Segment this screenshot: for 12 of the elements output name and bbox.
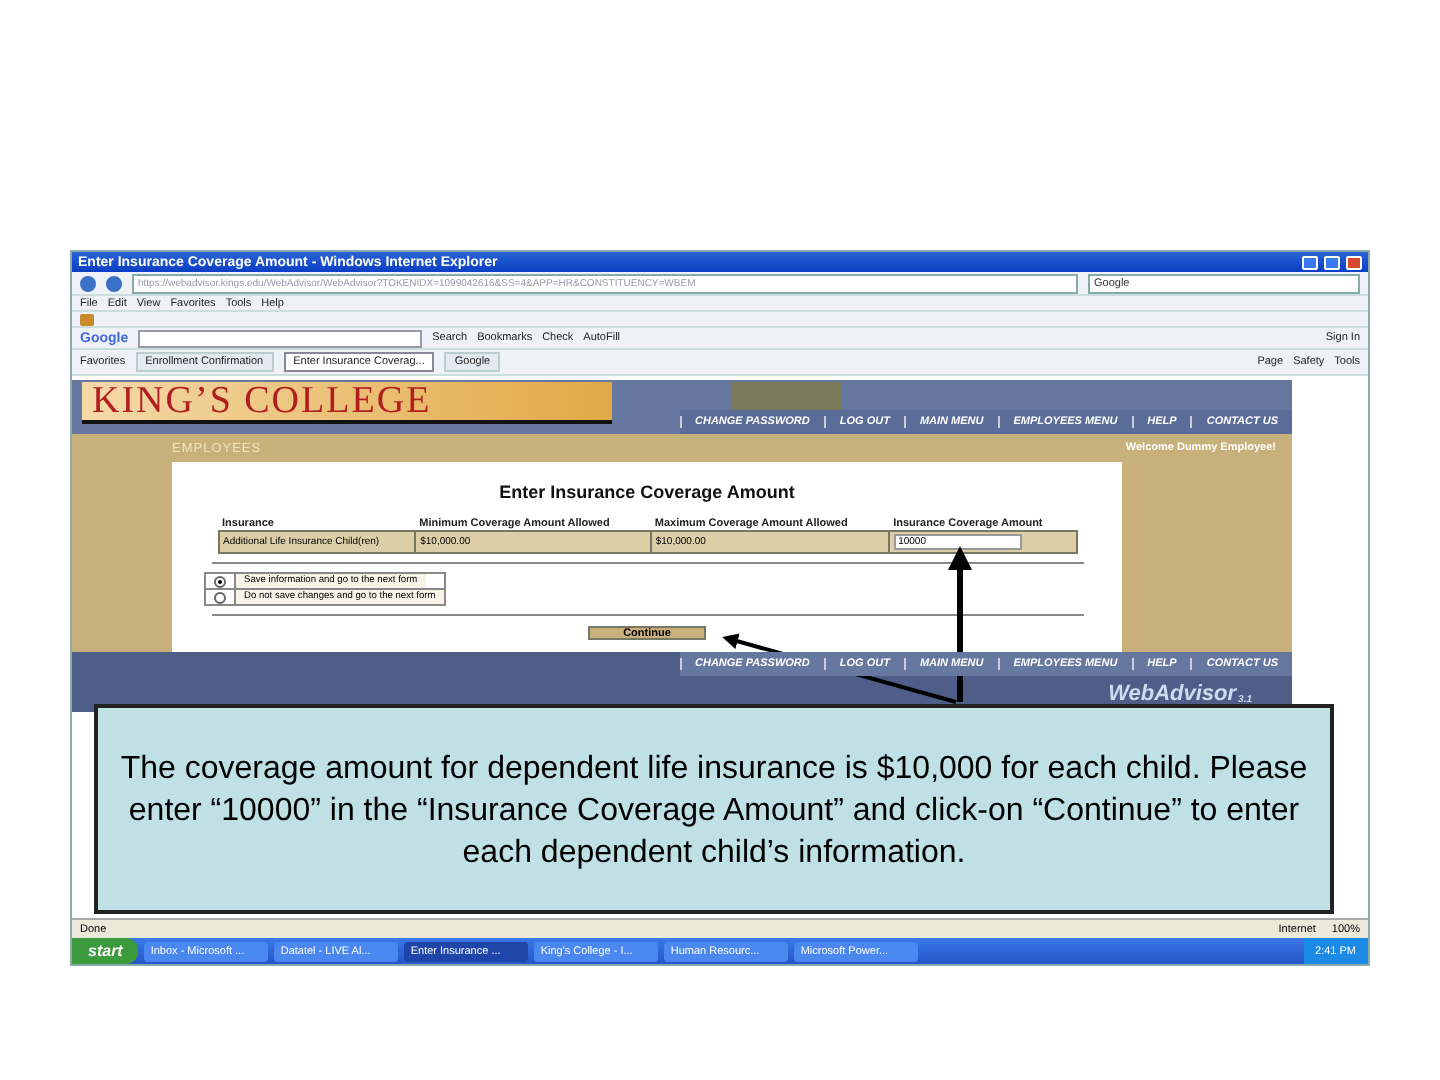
page-heading: Enter Insurance Coverage Amount — [499, 482, 795, 502]
callout-text: The coverage amount for dependent life insurance is $10,000 for each child. Please enter “10000” in the “Insurance Coverage Amount” and click-on “Continue” to enter each dependent child’s information. — [94, 704, 1334, 914]
close-icon[interactable] — [1346, 255, 1362, 269]
college-logo: KING’S COLLEGE — [82, 382, 612, 424]
webadvisor-logo: WebAdvisor — [1108, 682, 1237, 706]
radio-button[interactable] — [214, 591, 226, 603]
start-button[interactable]: start — [72, 938, 139, 964]
google-search-field[interactable] — [138, 329, 423, 347]
radio-button[interactable] — [214, 575, 226, 587]
photo-placeholder — [732, 382, 842, 412]
toolbar-icon[interactable] — [80, 313, 94, 325]
maximize-icon[interactable] — [1324, 255, 1340, 269]
